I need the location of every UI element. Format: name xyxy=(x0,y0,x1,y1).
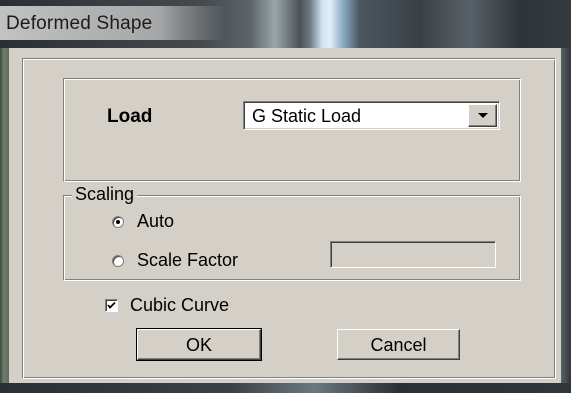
deformed-shape-dialog: Deformed Shape Load G Static Load Scalin… xyxy=(0,0,571,393)
chevron-down-icon xyxy=(478,113,488,118)
load-label: Load xyxy=(107,106,153,127)
load-case-selected-value: G Static Load xyxy=(252,106,362,126)
scale-factor-radio-option[interactable]: Scale Factor xyxy=(112,250,238,271)
scale-factor-radio[interactable] xyxy=(112,254,124,267)
scale-factor-input[interactable] xyxy=(330,241,496,268)
title-bar[interactable]: Deformed Shape xyxy=(0,0,571,48)
checkmark-icon xyxy=(107,301,116,309)
auto-radio[interactable] xyxy=(112,215,124,228)
window-frame-right xyxy=(561,48,571,393)
scale-factor-radio-label: Scale Factor xyxy=(137,250,239,270)
cubic-curve-label: Cubic Curve xyxy=(130,295,230,315)
cubic-curve-checkbox[interactable] xyxy=(105,299,118,312)
load-group-frame xyxy=(63,78,521,182)
window-title: Deformed Shape xyxy=(6,13,153,34)
cancel-button[interactable]: Cancel xyxy=(337,329,460,360)
window-frame-left xyxy=(0,48,9,393)
ok-button[interactable]: OK xyxy=(136,328,262,361)
dropdown-button[interactable] xyxy=(468,104,497,127)
auto-radio-option[interactable]: Auto xyxy=(112,211,174,232)
dialog-client-area: Load G Static Load Scaling Auto Scale Fa… xyxy=(9,48,561,383)
load-case-dropdown[interactable]: G Static Load xyxy=(243,101,500,130)
cubic-curve-option[interactable]: Cubic Curve xyxy=(105,295,229,316)
scaling-group-label: Scaling xyxy=(72,184,138,205)
window-frame-bottom xyxy=(0,383,571,393)
auto-radio-label: Auto xyxy=(137,211,175,231)
